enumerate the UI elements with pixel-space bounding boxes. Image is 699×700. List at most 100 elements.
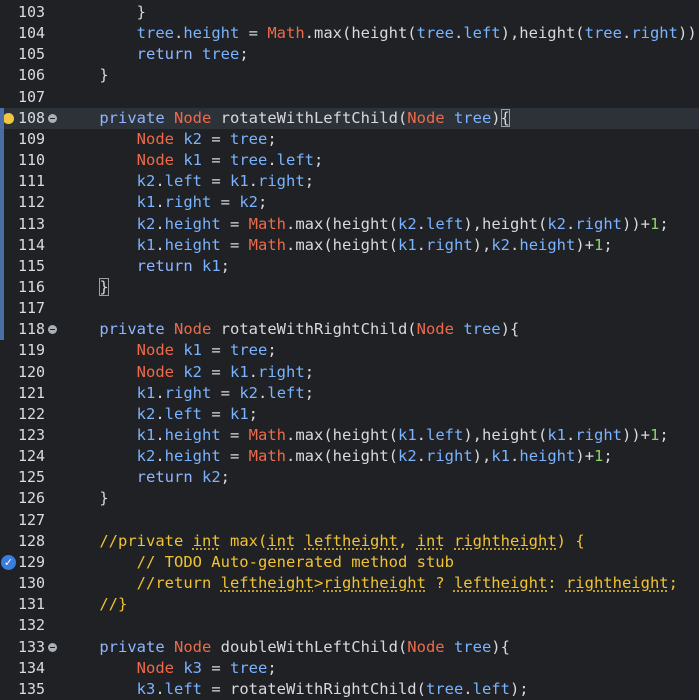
- code-line[interactable]: Node k2 = tree;: [62, 129, 699, 150]
- code-text-area[interactable]: } tree.height = Math.max(height(tree.lef…: [62, 0, 699, 700]
- code-editor[interactable]: 103 104 105 106 107 108 109 110 111 112 113 114 115 1…: [0, 0, 699, 700]
- code-line[interactable]: [62, 615, 699, 636]
- code-token: .: [155, 426, 165, 444]
- code-token: .: [248, 362, 259, 381]
- code-token: .: [173, 24, 184, 43]
- code-line[interactable]: k2.left = k1.right;: [62, 171, 699, 192]
- code-token: Node: [136, 151, 174, 170]
- code-line[interactable]: //return leftheight>rightheight ? lefthe…: [62, 573, 699, 594]
- code-line[interactable]: Node k1 = tree;: [62, 340, 699, 361]
- code-line[interactable]: }: [62, 2, 699, 23]
- code-token: tree: [416, 24, 454, 43]
- code-token: tree: [453, 637, 492, 656]
- lightbulb-icon[interactable]: [3, 112, 14, 124]
- code-token: 1: [650, 426, 660, 444]
- code-token: k2: [202, 468, 221, 487]
- code-line[interactable]: Node k2 = k1.right;: [62, 362, 699, 383]
- line-number: 110: [18, 151, 46, 170]
- code-token: {: [500, 108, 510, 127]
- code-token: left: [276, 151, 314, 170]
- code-token: .: [155, 193, 165, 212]
- code-token: k3: [183, 658, 202, 677]
- code-token: ;: [314, 151, 324, 170]
- code-token: tree: [584, 24, 622, 43]
- code-line[interactable]: }: [62, 488, 699, 509]
- code-line[interactable]: return k2;: [62, 467, 699, 488]
- code-token: ;: [267, 129, 277, 148]
- code-token: }: [62, 3, 146, 21]
- code-token: tree: [425, 679, 464, 698]
- code-line[interactable]: k2.height = Math.max(height(k2.left),hei…: [62, 214, 699, 235]
- code-token: .: [155, 679, 165, 698]
- bookmark-check-icon[interactable]: ✓: [1, 554, 16, 570]
- code-token: //}: [62, 595, 128, 614]
- code-token: );: [509, 679, 529, 698]
- code-token: //return: [62, 574, 221, 593]
- code-token: ))+: [622, 426, 651, 444]
- line-number: 125: [18, 468, 46, 487]
- code-token: k1: [230, 404, 249, 423]
- code-token: )+: [575, 447, 595, 466]
- fold-collapse-icon[interactable]: [48, 642, 57, 652]
- code-line[interactable]: [62, 510, 699, 531]
- code-line[interactable]: tree.height = Math.max(height(tree.left)…: [62, 23, 699, 44]
- code-token: right: [426, 447, 473, 466]
- code-token: ))+: [622, 214, 651, 233]
- code-line[interactable]: //}: [62, 594, 699, 615]
- code-line[interactable]: Node k1 = tree.left;: [62, 150, 699, 171]
- line-number: 128: [18, 531, 46, 550]
- code-token: tree: [230, 658, 268, 677]
- code-token: =: [202, 404, 230, 423]
- code-line[interactable]: [62, 87, 699, 108]
- code-token: ;: [603, 235, 613, 254]
- code-line[interactable]: k2.height = Math.max(height(k2.right),k1…: [62, 446, 699, 467]
- code-line[interactable]: //private int max(int leftheight, int ri…: [62, 531, 699, 552]
- code-token: k1: [183, 151, 202, 170]
- code-line[interactable]: return tree;: [62, 44, 699, 65]
- code-token: Node: [174, 108, 212, 127]
- code-line[interactable]: return k1;: [62, 256, 699, 277]
- code-token: ){: [491, 637, 510, 656]
- code-token: int: [267, 531, 296, 550]
- code-token: >: [313, 574, 324, 593]
- code-line[interactable]: k1.height = Math.max(height(k1.left),hei…: [62, 425, 699, 446]
- code-token: right: [631, 24, 678, 43]
- code-line[interactable]: }: [62, 65, 699, 86]
- fold-collapse-icon[interactable]: [48, 113, 57, 123]
- line-number: 107: [18, 87, 46, 106]
- line-number: 132: [18, 616, 46, 635]
- code-token: Math: [248, 235, 286, 254]
- code-line[interactable]: [62, 298, 699, 319]
- code-token: left: [164, 172, 202, 191]
- code-token: leftheight: [304, 531, 398, 550]
- code-token: rotateWithRightChild(: [211, 320, 417, 339]
- code-line[interactable]: private Node rotateWithLeftChild(Node tr…: [62, 107, 699, 129]
- code-token: ),height(: [463, 426, 548, 444]
- code-token: .max(height(: [304, 24, 417, 43]
- code-line[interactable]: k2.left = k1;: [62, 404, 699, 425]
- code-line[interactable]: k1.height = Math.max(height(k1.right),k2…: [62, 235, 699, 256]
- code-line[interactable]: Node k3 = tree;: [62, 658, 699, 679]
- code-line[interactable]: private Node doubleWithLeftChild(Node tr…: [62, 637, 699, 658]
- code-token: ) {: [556, 531, 585, 550]
- code-line[interactable]: private Node rotateWithRightChild(Node t…: [62, 319, 699, 340]
- code-token: tree: [453, 108, 492, 127]
- line-number: 113: [18, 214, 46, 233]
- code-line[interactable]: k3.left = rotateWithRightChild(tree.left…: [62, 679, 699, 700]
- code-token: ),height(: [500, 24, 585, 43]
- code-line[interactable]: k1.right = k2;: [62, 192, 699, 213]
- code-token: // TODO Auto-generated method stub: [62, 552, 454, 571]
- line-number: 112: [18, 193, 46, 212]
- code-line[interactable]: // TODO Auto-generated method stub: [62, 552, 699, 573]
- code-line[interactable]: k1.right = k2.left;: [62, 383, 699, 404]
- code-line[interactable]: }: [62, 277, 699, 298]
